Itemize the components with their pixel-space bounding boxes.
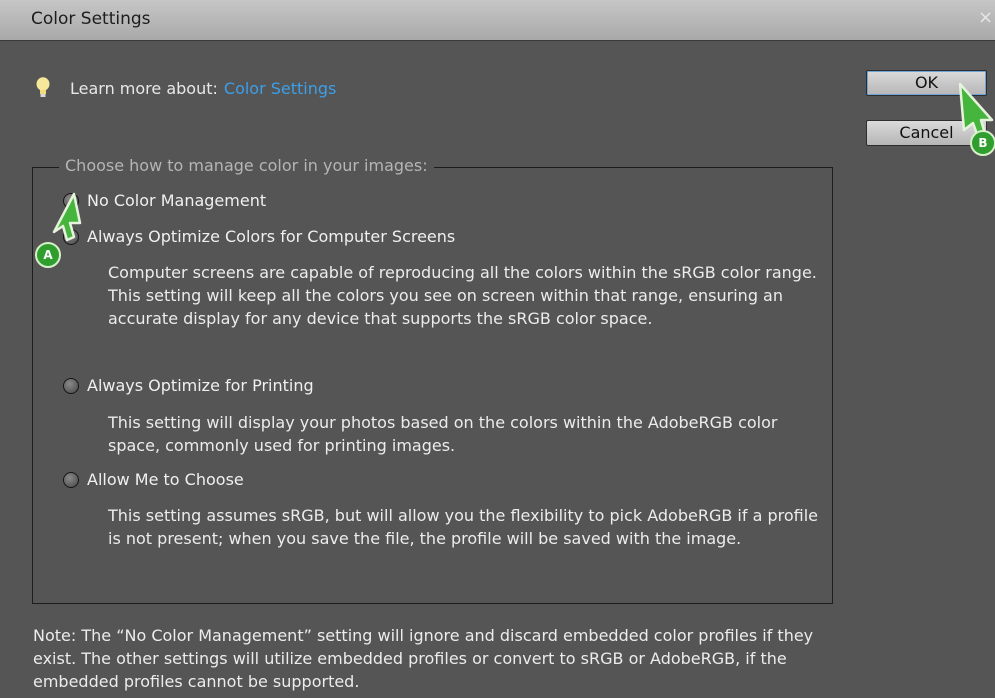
ok-button[interactable]: OK — [866, 70, 987, 96]
dialog-title: Color Settings — [31, 9, 151, 29]
color-settings-help-link[interactable]: Color Settings — [224, 79, 336, 98]
annotation-marker-b: B — [970, 130, 995, 156]
lightbulb-icon — [36, 77, 50, 97]
option-label: Allow Me to Choose — [87, 470, 244, 489]
color-management-group: Choose how to manage color in your image… — [32, 156, 833, 604]
note-text: Note: The “No Color Management” setting … — [33, 626, 814, 691]
cancel-button[interactable]: Cancel — [866, 120, 987, 146]
option-label: Always Optimize Colors for Computer Scre… — [87, 227, 456, 246]
learn-more-row: Learn more about: Color Settings — [36, 76, 336, 100]
radio-button[interactable] — [63, 228, 79, 245]
radio-allow-me-to-choose[interactable]: Allow Me to Choose — [63, 470, 244, 489]
radio-optimize-printing[interactable]: Always Optimize for Printing — [63, 376, 314, 395]
option-description: Computer screens are capable of reproduc… — [108, 263, 817, 328]
radio-button[interactable] — [63, 471, 79, 488]
radio-no-color-management[interactable]: No Color Management — [63, 191, 266, 210]
radio-button[interactable] — [63, 377, 79, 394]
color-settings-dialog: Color Settings × Learn more about: Color… — [0, 0, 995, 698]
option-label: No Color Management — [87, 191, 267, 210]
annotation-marker-a: A — [35, 242, 61, 268]
close-icon[interactable]: × — [978, 7, 993, 28]
option-description: This setting assumes sRGB, but will allo… — [108, 506, 819, 548]
learn-more-label: Learn more about: — [70, 78, 218, 98]
radio-button[interactable] — [63, 192, 79, 209]
option-description: This setting will display your photos ba… — [108, 413, 778, 455]
title-bar[interactable]: Color Settings × — [0, 0, 995, 41]
option-label: Always Optimize for Printing — [87, 376, 314, 395]
group-legend: Choose how to manage color in your image… — [59, 156, 434, 175]
radio-optimize-screens[interactable]: Always Optimize Colors for Computer Scre… — [63, 227, 455, 246]
